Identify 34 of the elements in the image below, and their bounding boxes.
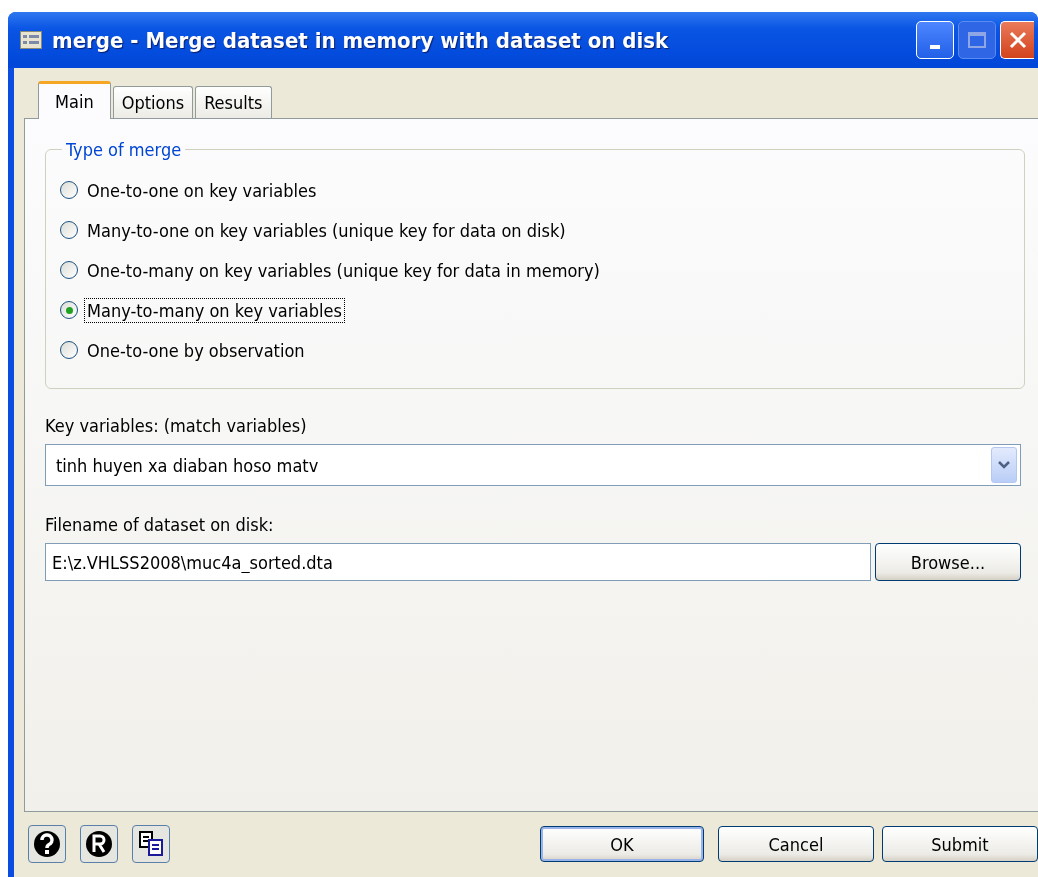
- window-title: merge - Merge dataset in memory with dataset on disk: [52, 27, 670, 53]
- chevron-down-icon: [997, 460, 1011, 470]
- group-legend: Type of merge: [62, 139, 186, 160]
- minimize-icon: [930, 45, 940, 49]
- radio-button[interactable]: [60, 181, 78, 199]
- radio-label[interactable]: Many-to-many on key variables: [84, 297, 345, 323]
- help-icon[interactable]: [28, 825, 66, 863]
- tab[interactable]: Main: [38, 81, 111, 119]
- dialog-button[interactable]: OK: [540, 826, 704, 862]
- radio-label[interactable]: One-to-many on key variables (unique key for data in memory): [84, 257, 603, 283]
- radio-button[interactable]: [60, 301, 78, 319]
- tab[interactable]: Results: [195, 86, 272, 118]
- close-icon: [1007, 30, 1028, 50]
- browse-button[interactable]: Browse...: [875, 543, 1021, 581]
- circled-r-icon[interactable]: [80, 825, 118, 863]
- key-variables-combo[interactable]: tinh huyen xa diaban hoso matv: [45, 444, 1021, 486]
- radio-button[interactable]: [60, 221, 78, 239]
- dialog-button[interactable]: Submit: [882, 826, 1038, 862]
- close-button[interactable]: [1000, 21, 1034, 59]
- radio-button[interactable]: [60, 341, 78, 359]
- filename-field[interactable]: E:\z.VHLSS2008\muc4a_sorted.dta: [45, 543, 871, 581]
- radio-label[interactable]: One-to-one by observation: [84, 337, 308, 363]
- dialog-button[interactable]: Cancel: [718, 826, 874, 862]
- minimize-button[interactable]: [916, 21, 954, 59]
- tab[interactable]: Options: [112, 86, 194, 118]
- radio-button[interactable]: [60, 261, 78, 279]
- radio-label[interactable]: Many-to-one on key variables (unique key for data on disk): [84, 217, 569, 243]
- field-label: Key variables: (match variables): [45, 415, 308, 436]
- form-icon: [20, 31, 42, 49]
- radio-label[interactable]: One-to-one on key variables: [84, 177, 320, 203]
- maximize-icon: [967, 30, 987, 50]
- dropdown-button[interactable]: [991, 447, 1017, 483]
- field-label: Filename of dataset on disk:: [45, 514, 275, 535]
- copy-icon[interactable]: [132, 825, 170, 863]
